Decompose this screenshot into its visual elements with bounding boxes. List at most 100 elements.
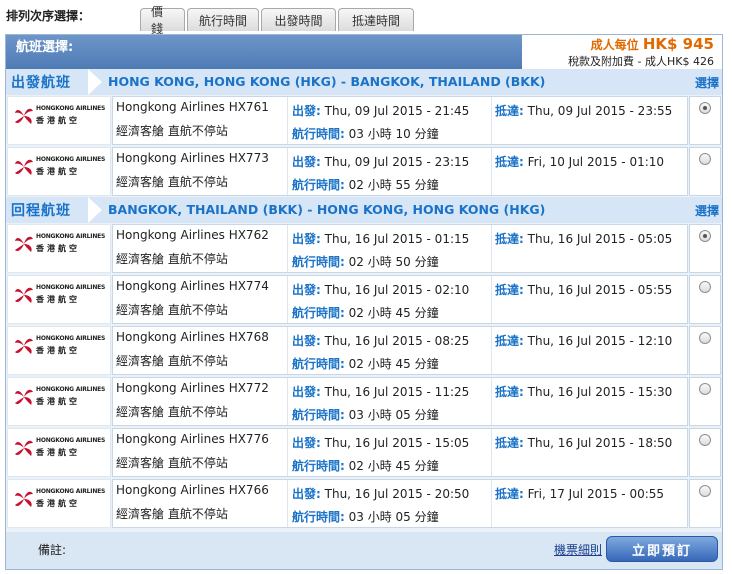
column-divider [287,276,288,323]
column-divider [491,429,492,476]
flight-departure: 出發: Thu, 09 Jul 2015 - 21:45 [292,102,469,119]
return-flight-radio[interactable] [699,332,711,344]
return-select-label: 選擇 [694,204,719,218]
flight-cabin-class: 經濟客艙 直航不停站 [116,456,228,470]
airline-logo-text-en: HONGKONG AIRLINES [36,335,106,342]
logo-cell: HONGKONG AIRLINES 香港航空 [7,377,111,426]
duration-label: 航行時間: [292,408,345,422]
logo-cell: HONGKONG AIRLINES 香港航空 [7,96,111,145]
flight-arrival: 抵達: Thu, 09 Jul 2015 - 23:55 [495,102,672,119]
sort-label: 排列次序選擇： [6,9,91,23]
bauhinia-logo-icon [15,287,33,303]
select-cell [689,326,721,375]
bauhinia-logo-icon [15,159,33,175]
arrival-label: 抵達: [495,334,524,348]
flight-details: Hongkong Airlines HX761 經濟客艙 直航不停站 出發: Thu… [112,96,688,145]
return-flight-row: HONGKONG AIRLINES 香港航空 Hongkong Airlines H… [6,325,722,376]
airline-logo: HONGKONG AIRLINES 香港航空 [14,335,106,361]
logo-cell: HONGKONG AIRLINES 香港航空 [7,224,111,273]
duration-label: 航行時間: [292,127,345,141]
airline-logo-text-zh: 香港航空 [36,295,80,304]
tab-price[interactable]: 價錢 [140,5,185,36]
column-divider [287,148,288,195]
flight-duration: 航行時間: 03 小時 05 分鐘 [292,406,439,423]
outbound-flight-radio[interactable] [699,153,711,165]
return-flight-radio[interactable] [699,485,711,497]
return-flight-row: HONGKONG AIRLINES 香港航空 Hongkong Airlines H… [6,376,722,427]
flight-cabin-class: 經濟客艙 直航不停站 [116,405,228,419]
logo-cell: HONGKONG AIRLINES 香港航空 [7,326,111,375]
airline-logo-text-zh: 香港航空 [36,244,80,253]
flight-details: Hongkong Airlines HX766 經濟客艙 直航不停站 出發: Thu… [112,479,688,528]
flight-arrival: 抵達: Fri, 17 Jul 2015 - 00:55 [495,485,664,502]
arrival-time: Thu, 16 Jul 2015 - 05:05 [527,232,673,246]
flight-duration: 航行時間: 02 小時 45 分鐘 [292,304,439,321]
flight-details: Hongkong Airlines HX774 經濟客艙 直航不停站 出發: Thu… [112,275,688,324]
return-flight-radio[interactable] [699,383,711,395]
flight-cabin-class: 經濟客艙 直航不停站 [116,252,228,266]
book-now-button[interactable]: 立即預訂 [606,536,718,562]
select-cell [689,275,721,324]
departure-label: 出發: [292,487,321,501]
outbound-flight-radio[interactable] [699,102,711,114]
airline-logo: HONGKONG AIRLINES 香港航空 [14,233,106,259]
flight-arrival: 抵達: Thu, 16 Jul 2015 - 18:50 [495,434,672,451]
flight-airline-number: Hongkong Airlines HX768 [116,330,269,344]
arrival-label: 抵達: [495,232,524,246]
flight-details: Hongkong Airlines HX768 經濟客艙 直航不停站 出發: Thu… [112,326,688,375]
column-divider [287,378,288,425]
select-cell [689,377,721,426]
return-flight-radio[interactable] [699,281,711,293]
arrival-time: Thu, 16 Jul 2015 - 18:50 [527,436,673,450]
tab-departure-time[interactable]: 出發時間 [261,8,336,31]
select-cell [689,224,721,273]
airline-logo: HONGKONG AIRLINES 香港航空 [14,488,106,514]
column-divider [491,148,492,195]
departure-time: Thu, 16 Jul 2015 - 01:15 [324,232,470,246]
airline-logo-text-en: HONGKONG AIRLINES [36,437,106,444]
outbound-route: HONG KONG, HONG KONG (HKG) - BANGKOK, TH… [108,74,546,89]
adult-price-amount: HK$ 945 [642,35,714,53]
flight-airline-number: Hongkong Airlines HX761 [116,100,269,114]
return-flight-row: HONGKONG AIRLINES 香港航空 Hongkong Airlines H… [6,478,722,529]
ticket-terms-link[interactable]: 機票細則 [554,541,602,558]
flight-details: Hongkong Airlines HX776 經濟客艙 直航不停站 出發: Thu… [112,428,688,477]
airline-logo: HONGKONG AIRLINES 香港航空 [14,386,106,412]
flight-duration: 航行時間: 02 小時 55 分鐘 [292,176,439,193]
airline-logo-text-en: HONGKONG AIRLINES [36,284,106,291]
return-flight-radio[interactable] [699,230,711,242]
airline-logo-text-zh: 香港航空 [36,397,80,406]
adult-price-label: 成人每位 [590,38,643,52]
airline-logo: HONGKONG AIRLINES 香港航空 [14,156,106,182]
duration-value: 03 小時 10 分鐘 [348,127,439,141]
return-route: BANGKOK, THAILAND (BKK) - HONG KONG, HON… [108,202,546,217]
return-flight-radio[interactable] [699,434,711,446]
flight-airline-number: Hongkong Airlines HX773 [116,151,269,165]
tab-duration[interactable]: 航行時間 [187,8,259,31]
departure-time: Thu, 09 Jul 2015 - 23:15 [324,155,470,169]
departure-label: 出發: [292,283,321,297]
return-flight-row: HONGKONG AIRLINES 香港航空 Hongkong Airlines H… [6,274,722,325]
sort-tabs: 價錢 航行時間 出發時間 抵達時間 [140,5,414,36]
tab-arrival-time[interactable]: 抵達時間 [338,8,414,31]
column-divider [287,429,288,476]
bauhinia-logo-icon [15,338,33,354]
column-divider [491,378,492,425]
flight-cabin-class: 經濟客艙 直航不停站 [116,507,228,521]
flight-arrival: 抵達: Thu, 16 Jul 2015 - 15:30 [495,383,672,400]
departure-label: 出發: [292,155,321,169]
select-cell [689,428,721,477]
airline-logo-text-en: HONGKONG AIRLINES [36,386,106,393]
departure-time: Thu, 16 Jul 2015 - 20:50 [324,487,470,501]
departure-time: Thu, 09 Jul 2015 - 21:45 [324,104,470,118]
select-cell [689,96,721,145]
column-divider [287,97,288,144]
departure-label: 出發: [292,232,321,246]
departure-label: 出發: [292,436,321,450]
flight-duration: 航行時間: 03 小時 05 分鐘 [292,508,439,525]
departure-time: Thu, 16 Jul 2015 - 08:25 [324,334,470,348]
flight-airline-number: Hongkong Airlines HX776 [116,432,269,446]
airline-logo-text-zh: 香港航空 [36,167,80,176]
outbound-section-header: 出發航班 HONG KONG, HONG KONG (HKG) - BANGKOK… [6,69,722,95]
airline-logo-text-en: HONGKONG AIRLINES [36,156,106,163]
